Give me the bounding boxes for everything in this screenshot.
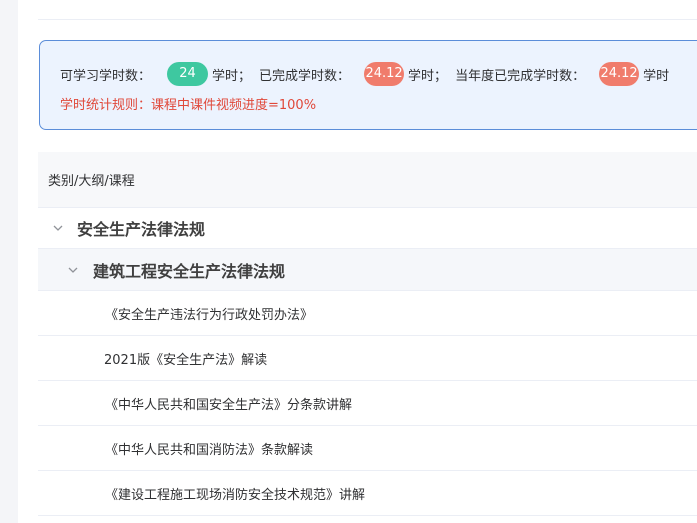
course-title[interactable]: 《安全生产违法行为行政处罚办法》	[105, 304, 313, 323]
hours-rule-text: 学时统计规则：课程中课件视频进度=100%	[60, 98, 317, 113]
available-hours-badge: 24	[167, 62, 209, 86]
chevron-down-icon[interactable]	[52, 222, 64, 234]
course-row[interactable]: 《中华人民共和国消防法》条款解读	[38, 426, 697, 471]
unit-label: 学时；	[212, 68, 252, 84]
table-header: 类别/大纲/课程	[38, 152, 697, 208]
unit-label: 学时；	[408, 68, 448, 84]
completed-hours-badge: 24.12	[364, 62, 405, 86]
course-title[interactable]: 《建设工程施工现场消防安全技术规范》讲解	[105, 484, 365, 503]
year-completed-hours-label: 当年度已完成学时数：	[455, 68, 586, 84]
left-gutter	[0, 0, 18, 523]
unit-label: 学时	[643, 68, 670, 84]
study-hours-summary: 可学习学时数： 24 学时； 已完成学时数： 24.12 学时； 当年度已完成学…	[39, 40, 697, 130]
year-completed-hours-badge: 24.12	[599, 62, 640, 86]
summary-line: 可学习学时数： 24 学时； 已完成学时数： 24.12 学时； 当年度已完成学…	[60, 61, 669, 87]
category-row[interactable]: 安全生产法律法规	[38, 208, 697, 249]
main-panel: 可学习学时数： 24 学时； 已完成学时数： 24.12 学时； 当年度已完成学…	[18, 0, 697, 523]
course-title[interactable]: 2021版《安全生产法》解读	[104, 349, 267, 368]
completed-hours-label: 已完成学时数：	[259, 68, 351, 84]
course-row[interactable]: 《安全生产违法行为行政处罚办法》	[38, 291, 697, 336]
course-title[interactable]: 《中华人民共和国消防法》条款解读	[105, 439, 313, 458]
top-strip	[38, 0, 697, 20]
available-hours-label: 可学习学时数：	[60, 68, 152, 84]
course-row[interactable]: 《中华人民共和国安全生产法》分条款讲解	[38, 381, 697, 426]
course-row[interactable]: 2021版《安全生产法》解读	[38, 336, 697, 381]
course-title[interactable]: 《中华人民共和国安全生产法》分条款讲解	[105, 394, 352, 413]
outline-label: 建筑工程安全生产法律法规	[93, 261, 286, 281]
outline-row[interactable]: 建筑工程安全生产法律法规	[38, 249, 697, 291]
course-row[interactable]: 《建设工程施工现场消防安全技术规范》讲解	[38, 471, 697, 516]
chevron-down-icon[interactable]	[67, 264, 79, 276]
category-label: 安全生产法律法规	[77, 220, 206, 239]
column-header-category: 类别/大纲/课程	[48, 174, 135, 189]
course-tree-table: 类别/大纲/课程 安全生产法律法规 建筑工程安全生产法律法规 《安全生产违法行为…	[38, 152, 697, 516]
